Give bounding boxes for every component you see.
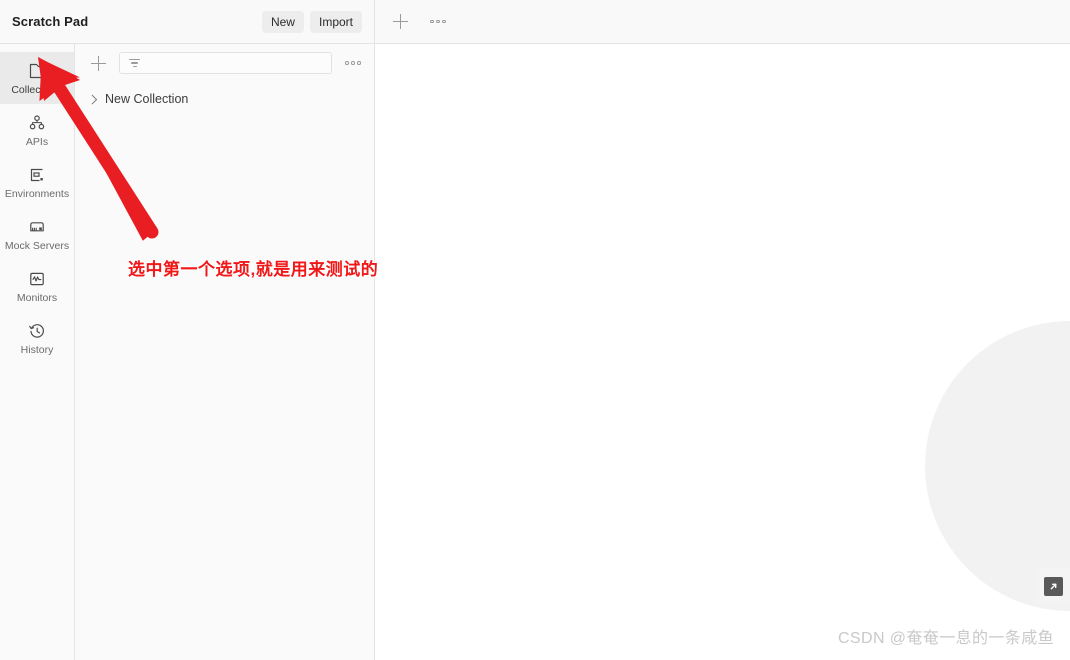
sidebar-item-apis[interactable]: APIs (0, 104, 74, 156)
collections-panel: New Collection (75, 44, 375, 660)
tab-bar (375, 0, 1070, 43)
sidebar-item-label: Environments (4, 187, 70, 200)
sidebar-item-label: APIs (25, 135, 49, 148)
monitors-icon (27, 269, 47, 289)
create-collection-button[interactable] (87, 52, 109, 74)
chevron-right-icon[interactable] (87, 94, 97, 104)
collections-tree: New Collection (75, 82, 374, 112)
sidebar-item-collections[interactable]: Collections (0, 52, 74, 104)
collection-tree-item[interactable]: New Collection (75, 86, 374, 112)
sidebar-item-label: History (20, 343, 54, 356)
top-bar: Scratch Pad New Import (0, 0, 1070, 44)
collections-filter-input[interactable] (119, 52, 332, 74)
mock-servers-icon (27, 217, 47, 237)
sidebar-item-label: Collections (11, 83, 63, 96)
filter-icon (128, 57, 141, 70)
ellipsis-icon (345, 61, 361, 65)
sidebar-item-label: Monitors (16, 291, 58, 304)
apis-icon (27, 113, 47, 133)
expand-arrow-icon (1043, 576, 1063, 596)
tab-options-button[interactable] (427, 11, 449, 33)
import-button[interactable]: Import (309, 10, 362, 33)
workspace-title: Scratch Pad (12, 14, 89, 29)
new-button[interactable]: New (261, 10, 304, 33)
top-bar-left-section: Scratch Pad New Import (0, 0, 375, 43)
watermark-text: CSDN @奄奄一息的一条咸鱼 (837, 630, 1054, 647)
sidebar-item-mock-servers[interactable]: Mock Servers (0, 208, 74, 260)
postman-window: Scratch Pad New Import Collections APIs … (0, 0, 1070, 660)
main-content-area: CSDN @奄奄一息的一条咸鱼 (375, 44, 1070, 660)
sidebar-item-environments[interactable]: Environments (0, 156, 74, 208)
collections-toolbar (75, 44, 374, 82)
collections-options-button[interactable] (342, 52, 364, 74)
collection-name: New Collection (105, 92, 189, 106)
plus-icon (392, 14, 408, 29)
new-tab-button[interactable] (389, 11, 411, 33)
sidebar-item-history[interactable]: History (0, 312, 74, 364)
collections-icon (27, 61, 47, 81)
history-icon (27, 321, 47, 341)
left-rail: Collections APIs Environments Mock Serve… (0, 44, 75, 660)
ellipsis-icon (430, 19, 446, 24)
plus-icon (90, 55, 106, 71)
environments-icon (27, 165, 47, 185)
expand-panel-button[interactable] (1036, 568, 1070, 604)
top-bar-actions: New Import (261, 10, 362, 33)
sidebar-item-monitors[interactable]: Monitors (0, 260, 74, 312)
sidebar-item-label: Mock Servers (4, 239, 70, 252)
